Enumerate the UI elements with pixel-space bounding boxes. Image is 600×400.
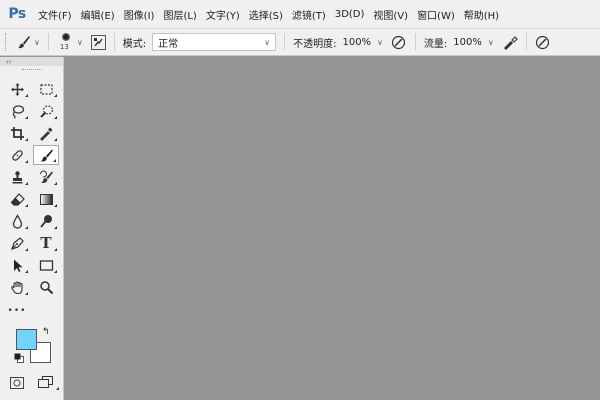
marquee-tool[interactable]	[33, 79, 59, 99]
more-icon: •••	[7, 306, 27, 316]
options-bar: ∨ 13 ∨ 模式: 正常 ∨ 不透明度: 100% ∨ 流量: 100% ∨	[0, 28, 600, 56]
eyedropper-tool[interactable]	[33, 123, 59, 143]
chevron-down-icon: ∨	[76, 37, 83, 47]
pen-tool[interactable]	[4, 233, 30, 253]
chevron-down-icon[interactable]: ∨	[488, 38, 494, 47]
move-icon	[10, 82, 24, 96]
opacity-input[interactable]: 100%	[342, 37, 371, 48]
pressure-size-icon[interactable]	[535, 34, 551, 50]
edit-toolbar-button[interactable]: •••	[4, 301, 30, 321]
rectangle-icon	[39, 259, 53, 271]
mode-label: 模式:	[122, 38, 147, 50]
dodge-tool[interactable]	[33, 211, 59, 231]
brush-panel-toggle[interactable]	[90, 32, 106, 52]
divider	[113, 33, 115, 51]
menu-bar: Ps 文件(F) 编辑(E) 图像(I) 图层(L) 文字(Y) 选择(S) 滤…	[0, 0, 600, 28]
hand-tool[interactable]	[4, 277, 30, 297]
canvas-area[interactable]	[64, 57, 600, 400]
move-tool[interactable]	[4, 79, 30, 99]
history-brush-icon	[39, 170, 53, 183]
divider	[525, 33, 527, 51]
chevron-down-icon: ∨	[34, 37, 40, 47]
brush-icon	[18, 36, 30, 49]
opacity-label: 不透明度:	[293, 38, 337, 50]
brush-size-preview: 13	[57, 32, 75, 52]
screen-mode-icon[interactable]	[38, 376, 54, 389]
blur-icon	[12, 213, 22, 229]
zoom-tool[interactable]	[33, 277, 59, 297]
chevron-down-icon[interactable]: ∨	[377, 38, 383, 47]
bandage-icon	[11, 149, 23, 161]
arrow-icon	[13, 259, 22, 272]
options-bar-grip[interactable]	[5, 33, 8, 51]
eyedropper-icon	[39, 127, 52, 141]
tools-panel-grip[interactable]	[21, 69, 42, 72]
type-icon: T	[40, 234, 52, 252]
type-tool[interactable]: T	[33, 233, 59, 253]
menu-window[interactable]: 窗口(W)	[417, 7, 455, 22]
gradient-icon	[39, 193, 53, 205]
brush-preset-picker[interactable]: 13 ∨	[57, 32, 83, 52]
screen-mode-corner-icon	[56, 387, 59, 390]
hand-icon	[10, 280, 23, 294]
brush-panel-icon	[90, 34, 106, 50]
menu-type[interactable]: 文字(Y)	[206, 7, 240, 22]
menu-image[interactable]: 图像(I)	[124, 7, 155, 22]
default-colors-icon[interactable]	[14, 353, 24, 363]
zoom-icon	[39, 280, 53, 294]
menu-3d[interactable]: 3D(D)	[335, 9, 365, 20]
quick-select-icon	[39, 104, 53, 118]
clone-stamp-tool[interactable]	[4, 167, 30, 187]
airbrush-icon[interactable]	[502, 34, 518, 50]
mode-buttons	[8, 375, 60, 393]
stamp-icon	[12, 170, 22, 183]
lasso-tool[interactable]	[4, 101, 30, 121]
mode-value: 正常	[158, 38, 179, 50]
swap-colors-icon[interactable]: ↰	[42, 327, 50, 337]
brush-icon	[40, 149, 53, 161]
divider	[284, 33, 286, 51]
pressure-opacity-icon[interactable]	[391, 34, 407, 50]
tools-panel-header[interactable]: ‹‹	[0, 57, 63, 66]
rectangle-tool[interactable]	[33, 255, 59, 275]
menu-select[interactable]: 选择(S)	[249, 7, 283, 22]
dodge-icon	[39, 214, 52, 228]
eraser-tool[interactable]	[4, 189, 30, 209]
path-select-tool[interactable]	[4, 255, 30, 275]
menu-layer[interactable]: 图层(L)	[163, 7, 196, 22]
flow-label: 流量:	[423, 38, 448, 50]
menu-file[interactable]: 文件(F)	[38, 7, 72, 22]
photoshop-logo: Ps	[8, 6, 26, 22]
tool-preset-picker[interactable]: ∨	[16, 32, 40, 52]
mode-select[interactable]: 正常 ∨	[152, 33, 277, 51]
history-brush-tool[interactable]	[33, 167, 59, 187]
healing-brush-tool[interactable]	[4, 145, 30, 165]
gradient-tool[interactable]	[33, 189, 59, 209]
brush-size-value: 13	[59, 43, 69, 51]
divider	[47, 33, 49, 51]
eraser-icon	[10, 192, 25, 206]
divider	[414, 33, 416, 51]
menu-filter[interactable]: 滤镜(T)	[292, 7, 326, 22]
menu-help[interactable]: 帮助(H)	[464, 7, 499, 22]
chevron-down-icon: ∨	[264, 37, 271, 47]
quick-mask-icon[interactable]	[10, 377, 24, 389]
blur-tool[interactable]	[4, 211, 30, 231]
crop-icon	[10, 126, 24, 140]
brush-tool[interactable]	[33, 145, 59, 165]
menu-view[interactable]: 视图(V)	[373, 7, 408, 22]
foreground-color-swatch[interactable]	[16, 329, 37, 350]
quick-select-tool[interactable]	[33, 101, 59, 121]
flow-input[interactable]: 100%	[453, 37, 482, 48]
pen-icon	[10, 236, 24, 250]
menu-edit[interactable]: 编辑(E)	[81, 7, 115, 22]
crop-tool[interactable]	[4, 123, 30, 143]
collapse-icon[interactable]: ‹‹	[6, 58, 12, 66]
brush-tip-icon	[61, 33, 70, 41]
marquee-icon	[39, 83, 53, 95]
lasso-icon	[12, 104, 24, 119]
color-swatches: ↰	[14, 327, 54, 367]
tools-panel: ‹‹ T ••• ↰	[0, 57, 64, 400]
